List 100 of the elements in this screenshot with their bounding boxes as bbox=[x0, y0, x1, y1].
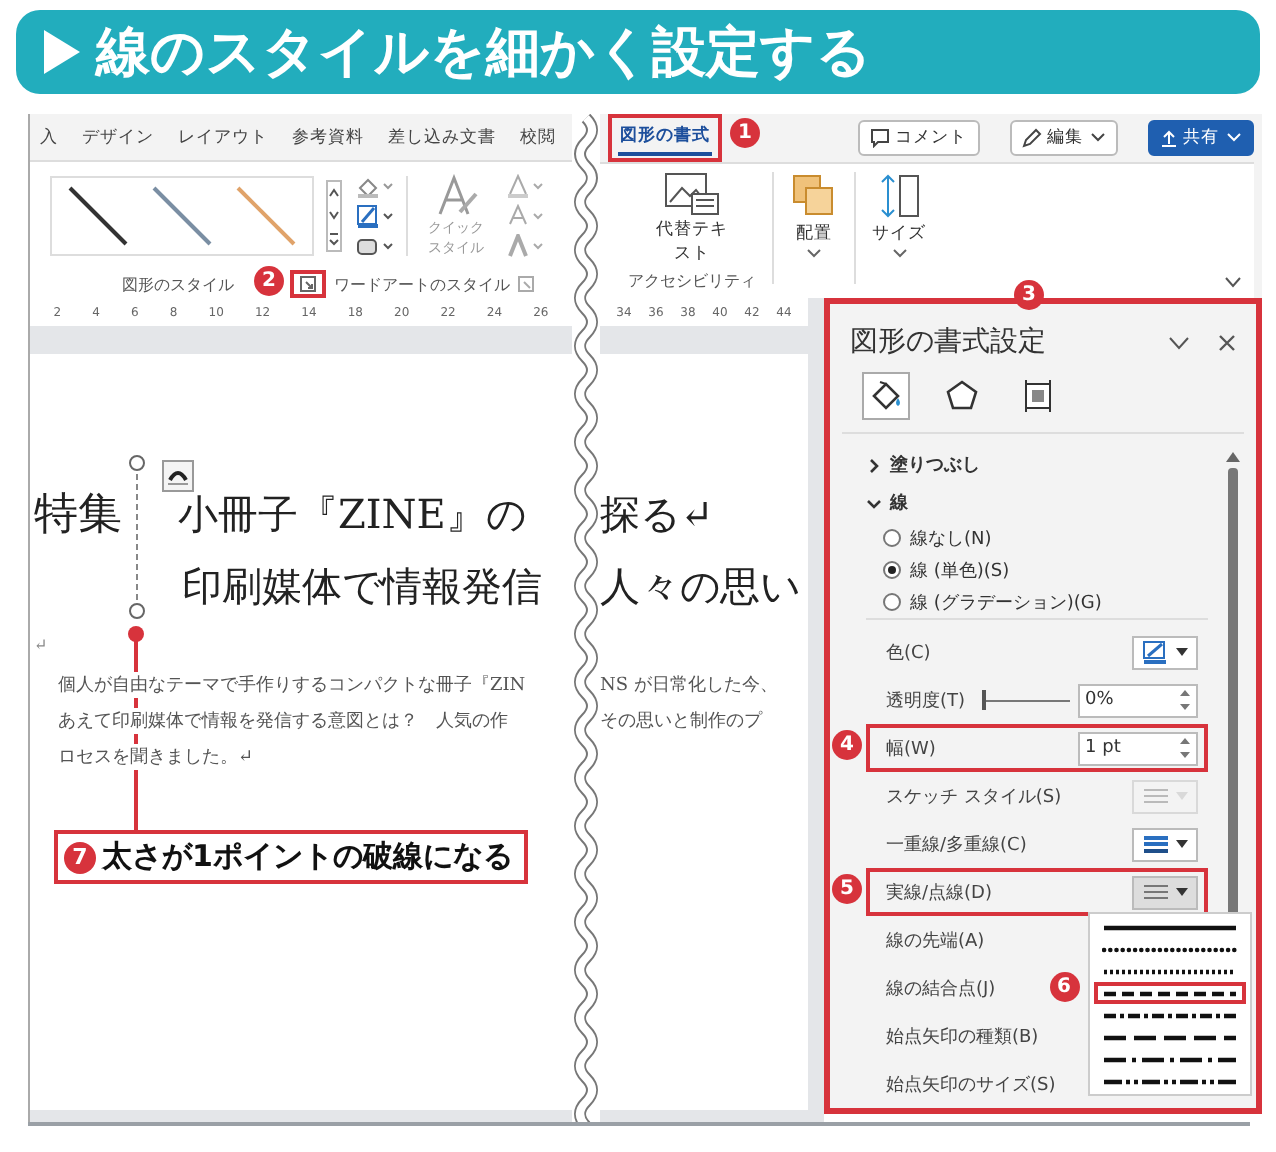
radio-option[interactable]: 線なし(N) bbox=[882, 522, 1208, 554]
line-style-icon bbox=[1141, 882, 1170, 902]
heading-text: 印刷媒体で情報発信 bbox=[182, 559, 542, 613]
dash-style-option[interactable] bbox=[1093, 982, 1246, 1004]
dash-line-icon bbox=[1101, 989, 1238, 997]
dash-line-icon bbox=[1101, 1033, 1238, 1041]
selected-dashed-line[interactable] bbox=[136, 474, 138, 600]
spinner-icon bbox=[1179, 738, 1190, 758]
share-button[interactable]: 共有 bbox=[1147, 120, 1254, 156]
shape-effects-icon[interactable] bbox=[354, 234, 394, 258]
chevron-down-icon bbox=[866, 495, 882, 511]
heading-text: 探る↵ bbox=[600, 487, 714, 541]
callout-number: 1 bbox=[730, 118, 760, 148]
collapse-ribbon-icon[interactable] bbox=[1223, 276, 1242, 288]
ribbon-tab[interactable]: 入 bbox=[38, 121, 60, 153]
ribbon-tab[interactable]: レイアウト bbox=[176, 121, 270, 153]
selection-handle[interactable] bbox=[128, 602, 146, 620]
dash-line-icon bbox=[1101, 1055, 1238, 1063]
size-layout-icon bbox=[1020, 378, 1056, 414]
banner-title: 線のスタイルを細かく設定する bbox=[96, 20, 872, 88]
scroll-up-icon[interactable] bbox=[1225, 450, 1240, 462]
line-style-icon bbox=[1141, 834, 1170, 854]
close-icon[interactable] bbox=[1217, 333, 1236, 351]
caret-icon bbox=[1175, 888, 1188, 896]
ribbon-tab[interactable]: 校閲 bbox=[518, 121, 558, 153]
body-text: 個人が自由なテーマで手作りするコンパクトな冊子『ZIN bbox=[58, 671, 526, 697]
comment-icon bbox=[869, 128, 890, 148]
callout-number: 7 bbox=[64, 841, 96, 873]
caret-icon bbox=[806, 248, 822, 260]
width-field[interactable]: 1 pt bbox=[1077, 731, 1198, 765]
caret-icon bbox=[1175, 840, 1188, 848]
arrange-button[interactable]: 配置 bbox=[790, 172, 838, 260]
line-style-icon bbox=[1141, 786, 1170, 806]
ribbon-tab[interactable]: デザイン bbox=[80, 121, 156, 153]
edit-button[interactable]: 編集 bbox=[1009, 120, 1118, 156]
caret-icon bbox=[891, 248, 907, 260]
callout-number: 2 bbox=[254, 266, 284, 296]
property-label: 線の結合点(J) bbox=[886, 977, 996, 1001]
caret-icon bbox=[1225, 132, 1242, 144]
property-label: 線の先端(A) bbox=[886, 929, 985, 953]
gallery-scroll-icon[interactable] bbox=[326, 180, 342, 252]
play-triangle-icon bbox=[44, 30, 80, 74]
callout-number: 4 bbox=[832, 730, 862, 760]
selection-handle[interactable] bbox=[128, 454, 146, 472]
transparency-field[interactable]: 0% bbox=[1077, 683, 1198, 717]
group-label: ワードアートのスタイル bbox=[334, 273, 510, 295]
fill-bucket-icon[interactable] bbox=[354, 174, 394, 198]
compound-type-button[interactable] bbox=[1131, 827, 1198, 861]
line-style-preview-icon bbox=[64, 182, 132, 250]
note-text: 太さが1ポイントの破線になる bbox=[102, 838, 513, 876]
dash-line-icon bbox=[1101, 1077, 1238, 1085]
dialog-launcher-icon[interactable] bbox=[300, 276, 316, 292]
paragraph-mark: ↵ bbox=[34, 635, 48, 653]
color-picker-button[interactable] bbox=[1131, 635, 1198, 669]
shape-style-gallery[interactable] bbox=[50, 176, 314, 256]
radio-option[interactable]: 線 (グラデーション)(G) bbox=[882, 586, 1208, 618]
picture-text-icon bbox=[664, 172, 720, 216]
ribbon-tab[interactable]: 参考資料 bbox=[290, 121, 366, 153]
dash-line-icon bbox=[1101, 923, 1238, 931]
body-text: その思いと制作のプ bbox=[600, 707, 762, 733]
property-label: 幅(W) bbox=[886, 737, 936, 761]
line-style-preview-icon bbox=[148, 182, 216, 250]
pentagon-icon bbox=[944, 378, 980, 414]
heading-label: 特集 bbox=[34, 488, 124, 544]
ribbon-tab[interactable]: 差し込み文書 bbox=[386, 121, 498, 153]
paint-bucket-icon bbox=[868, 378, 904, 414]
radio-option[interactable]: 線 (単色)(S) bbox=[882, 554, 1208, 586]
property-label: 色(C) bbox=[886, 641, 931, 665]
group-label: 図形のスタイル bbox=[122, 273, 234, 295]
layout-options-icon[interactable] bbox=[162, 460, 194, 492]
pane-title: 図形の書式設定 bbox=[850, 324, 1048, 360]
fill-line-tab[interactable] bbox=[862, 372, 910, 420]
section-header[interactable]: 塗りつぶし bbox=[866, 446, 980, 484]
caret-icon bbox=[1175, 648, 1188, 656]
chevron-down-icon[interactable] bbox=[1167, 335, 1190, 349]
callout-number: 3 bbox=[1014, 280, 1044, 310]
body-text: あえて印刷媒体で情報を発信する意図とは？ 人気の作 bbox=[58, 707, 508, 733]
pen-color-icon bbox=[1141, 640, 1170, 664]
pen-outline-icon[interactable] bbox=[354, 204, 394, 228]
property-label: 始点矢印の種類(B) bbox=[886, 1025, 1039, 1049]
property-label: 始点矢印のサイズ(S) bbox=[886, 1073, 1056, 1097]
body-text: ロセスを聞きました。↵ bbox=[58, 743, 254, 769]
line-style-preview-icon bbox=[232, 182, 300, 250]
property-label: スケッチ スタイル(S) bbox=[886, 785, 1062, 809]
callout-number: 6 bbox=[1049, 972, 1080, 1002]
property-label: 透明度(T) bbox=[886, 689, 966, 713]
section-header[interactable]: 線 bbox=[866, 484, 908, 522]
transparency-slider[interactable] bbox=[981, 690, 1070, 710]
dash-line-icon bbox=[1101, 945, 1238, 953]
callout-number: 5 bbox=[832, 874, 862, 904]
property-label: 実線/点線(D) bbox=[886, 881, 992, 905]
size-button[interactable]: サイズ bbox=[872, 172, 926, 260]
heading-text: 人々の思い bbox=[600, 559, 800, 613]
dash-type-button[interactable] bbox=[1131, 875, 1198, 909]
comment-button[interactable]: コメント bbox=[857, 120, 980, 156]
caret-icon bbox=[1089, 132, 1106, 144]
ribbon-tab[interactable]: 図形の書式 bbox=[618, 120, 712, 156]
alt-text-button[interactable]: 代替テキスト bbox=[656, 172, 728, 266]
stacked-squares-icon bbox=[790, 172, 838, 220]
size-icon bbox=[875, 172, 923, 220]
